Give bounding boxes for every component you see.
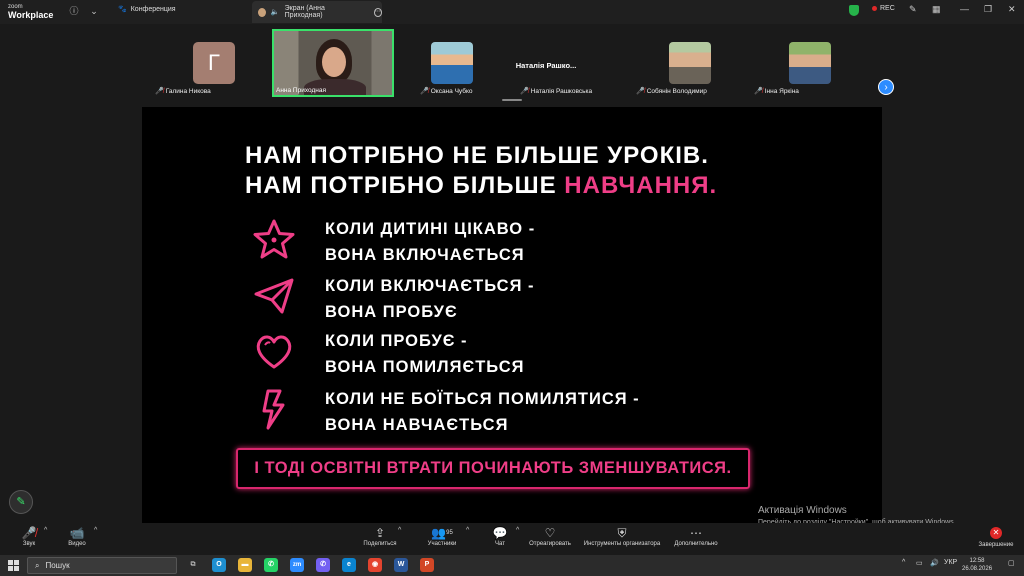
info-icon[interactable]: ⓘ (68, 5, 80, 17)
participant-tile[interactable]: 🎤̸ Інна Яркіна (752, 27, 872, 97)
avatar (789, 42, 831, 84)
chrome-icon[interactable]: ◉ (368, 558, 382, 572)
mic-muted-icon: 🎤̸ (420, 88, 429, 95)
word-icon[interactable]: W (394, 558, 408, 572)
shared-screen: НАМ ПОТРІБНО НЕ БІЛЬШЕ УРОКІВ. НАМ ПОТРІ… (142, 107, 882, 523)
mic-muted-icon: 🎤̸ (520, 88, 529, 95)
audio-button[interactable]: 🎤̸ Звук (14, 526, 44, 547)
host-tools-button[interactable]: ⛨ Инструменты организатора (578, 526, 666, 547)
chat-options-caret[interactable]: ^ (516, 527, 519, 534)
task-view-icon[interactable]: ⧉ (186, 558, 200, 572)
end-button[interactable]: Завершение (974, 542, 1018, 548)
zoom-logo: zoom Workplace (8, 4, 54, 20)
language-indicator[interactable]: УКР (944, 559, 957, 566)
star-icon (253, 219, 295, 259)
annotate-button[interactable]: ✎ (9, 490, 33, 514)
whatsapp-icon[interactable]: ✆ (264, 558, 278, 572)
network-icon[interactable]: ▭ (916, 559, 923, 567)
share-button[interactable]: ⇪ Поделиться (360, 526, 400, 547)
heart-icon (256, 335, 292, 369)
participant-tile[interactable]: Г 🎤̸ Галина Никова (153, 27, 273, 97)
conference-tab[interactable]: 🐾 Конференция (118, 5, 176, 14)
gallery-resize-handle[interactable] (502, 99, 522, 101)
participants-options-caret[interactable]: ^ (466, 527, 469, 534)
taskbar-search[interactable]: ⌕ Пошук (27, 557, 177, 574)
powerpoint-icon[interactable]: P (420, 558, 434, 572)
outlook-icon[interactable]: O (212, 558, 226, 572)
mic-muted-icon: 🎤̸ (754, 88, 763, 95)
title-bar: zoom Workplace ⓘ ⌄ 🐾 Конференция 🔈 Экран… (0, 0, 1024, 24)
video-off-icon: 📹 (69, 526, 85, 540)
meeting-toolbar: 🎤̸ Звук ^ 📹 Видео ^ ⇪ Поделиться ^ 👥95 У… (0, 523, 1024, 555)
participant-gallery: Г 🎤̸ Галина Никова 🎤̸ Оксана Чубко Наталія… (0, 24, 1024, 100)
speaker-icon[interactable]: 🔊 (930, 559, 939, 567)
active-speaker-video[interactable]: Анна Приходная (272, 29, 394, 97)
windows-taskbar: ⌕ Пошук ⧉ O ▬ ✆ zm ✆ e ◉ W P ^ ▭ 🔊 УКР 1… (0, 555, 1024, 576)
clock[interactable]: 12:58 26.08.2026 (962, 557, 992, 573)
more-button[interactable]: ⋯ Дополнительно (670, 526, 722, 547)
video-button[interactable]: 📹 Видео (62, 526, 92, 547)
security-shield-icon[interactable] (849, 5, 859, 16)
viber-icon[interactable]: ✆ (316, 558, 330, 572)
speaker-icon: 🔈 (270, 9, 280, 16)
minimize-icon[interactable]: — (960, 4, 969, 14)
paper-plane-icon (254, 278, 294, 314)
participants-icon: 👥95 (431, 526, 453, 540)
windows-start-icon[interactable] (8, 560, 19, 571)
participants-button[interactable]: 👥95 Участники (420, 526, 464, 547)
react-button[interactable]: ♡ Отреагировать (526, 526, 574, 547)
slide-item: КОЛИ ПРОБУЄ - ВОНА ПОМИЛЯЄТЬСЯ (252, 329, 524, 376)
recording-indicator[interactable]: REC (872, 5, 895, 12)
tray-chevron-icon[interactable]: ^ (902, 559, 905, 566)
chat-button[interactable]: 💬 Чат (488, 526, 512, 547)
annotate-icon[interactable]: ✎ (909, 4, 917, 15)
chevron-down-icon[interactable]: ⌄ (88, 5, 100, 17)
video-options-caret[interactable]: ^ (94, 527, 97, 534)
slide-item: КОЛИ ВКЛЮЧАЄТЬСЯ - ВОНА ПРОБУЄ (252, 274, 534, 321)
more-icon: ⋯ (690, 526, 702, 540)
chat-icon: 💬 (492, 526, 508, 540)
mic-muted-icon: 🎤̸ (21, 526, 37, 540)
zoom-icon[interactable]: zm (290, 558, 304, 572)
avatar: Г (193, 42, 235, 84)
heart-outline-icon: ♡ (544, 526, 556, 540)
close-icon[interactable]: ✕ (1008, 4, 1016, 15)
avatar-icon (258, 7, 266, 17)
slide-item: КОЛИ ДИТИНІ ЦІКАВО - ВОНА ВКЛЮЧАЄТЬСЯ (252, 217, 534, 264)
share-options-caret[interactable]: ^ (398, 527, 401, 534)
participant-tile[interactable]: 🎤̸ Собянін Володимир (634, 27, 754, 97)
grid-view-icon[interactable]: ▦ (932, 4, 941, 15)
shield-icon: ⛨ (617, 526, 627, 540)
mic-muted-icon: 🎤̸ (155, 88, 164, 95)
next-page-button[interactable]: › (878, 79, 894, 95)
avatar (431, 42, 473, 84)
search-icon: ⌕ (35, 560, 40, 570)
more-options-icon[interactable]: ⋯ (373, 7, 382, 17)
mic-muted-icon: 🎤̸ (636, 88, 645, 95)
audio-options-caret[interactable]: ^ (44, 527, 47, 534)
speaker-face (322, 47, 346, 77)
edge-icon[interactable]: e (342, 558, 356, 572)
notifications-icon[interactable]: ▢ (1008, 559, 1015, 567)
file-explorer-icon[interactable]: ▬ (238, 558, 252, 572)
restore-icon[interactable]: ❐ (984, 4, 992, 15)
lightning-icon (262, 389, 285, 430)
avatar (669, 42, 711, 84)
close-icon[interactable]: ✕ (990, 527, 1002, 539)
screen-share-tab[interactable]: 🔈 Экран (Анна Приходная) ⋯ (252, 1, 382, 23)
share-screen-icon: ⇪ (374, 526, 386, 540)
participant-tile[interactable]: Наталія Рашко... 🎤̸ Наталія Рашковська (516, 27, 638, 97)
paw-icon: 🐾 (118, 6, 127, 13)
slide-item: КОЛИ НЕ БОЇТЬСЯ ПОМИЛЯТИСЯ - ВОНА НАВЧАЄТ… (252, 387, 639, 434)
slide-banner: І ТОДІ ОСВІТНІ ВТРАТИ ПОЧИНАЮТЬ ЗМЕНШУВА… (236, 448, 750, 489)
record-dot-icon (872, 6, 877, 11)
slide-title: НАМ ПОТРІБНО НЕ БІЛЬШЕ УРОКІВ. НАМ ПОТРІ… (245, 142, 718, 199)
